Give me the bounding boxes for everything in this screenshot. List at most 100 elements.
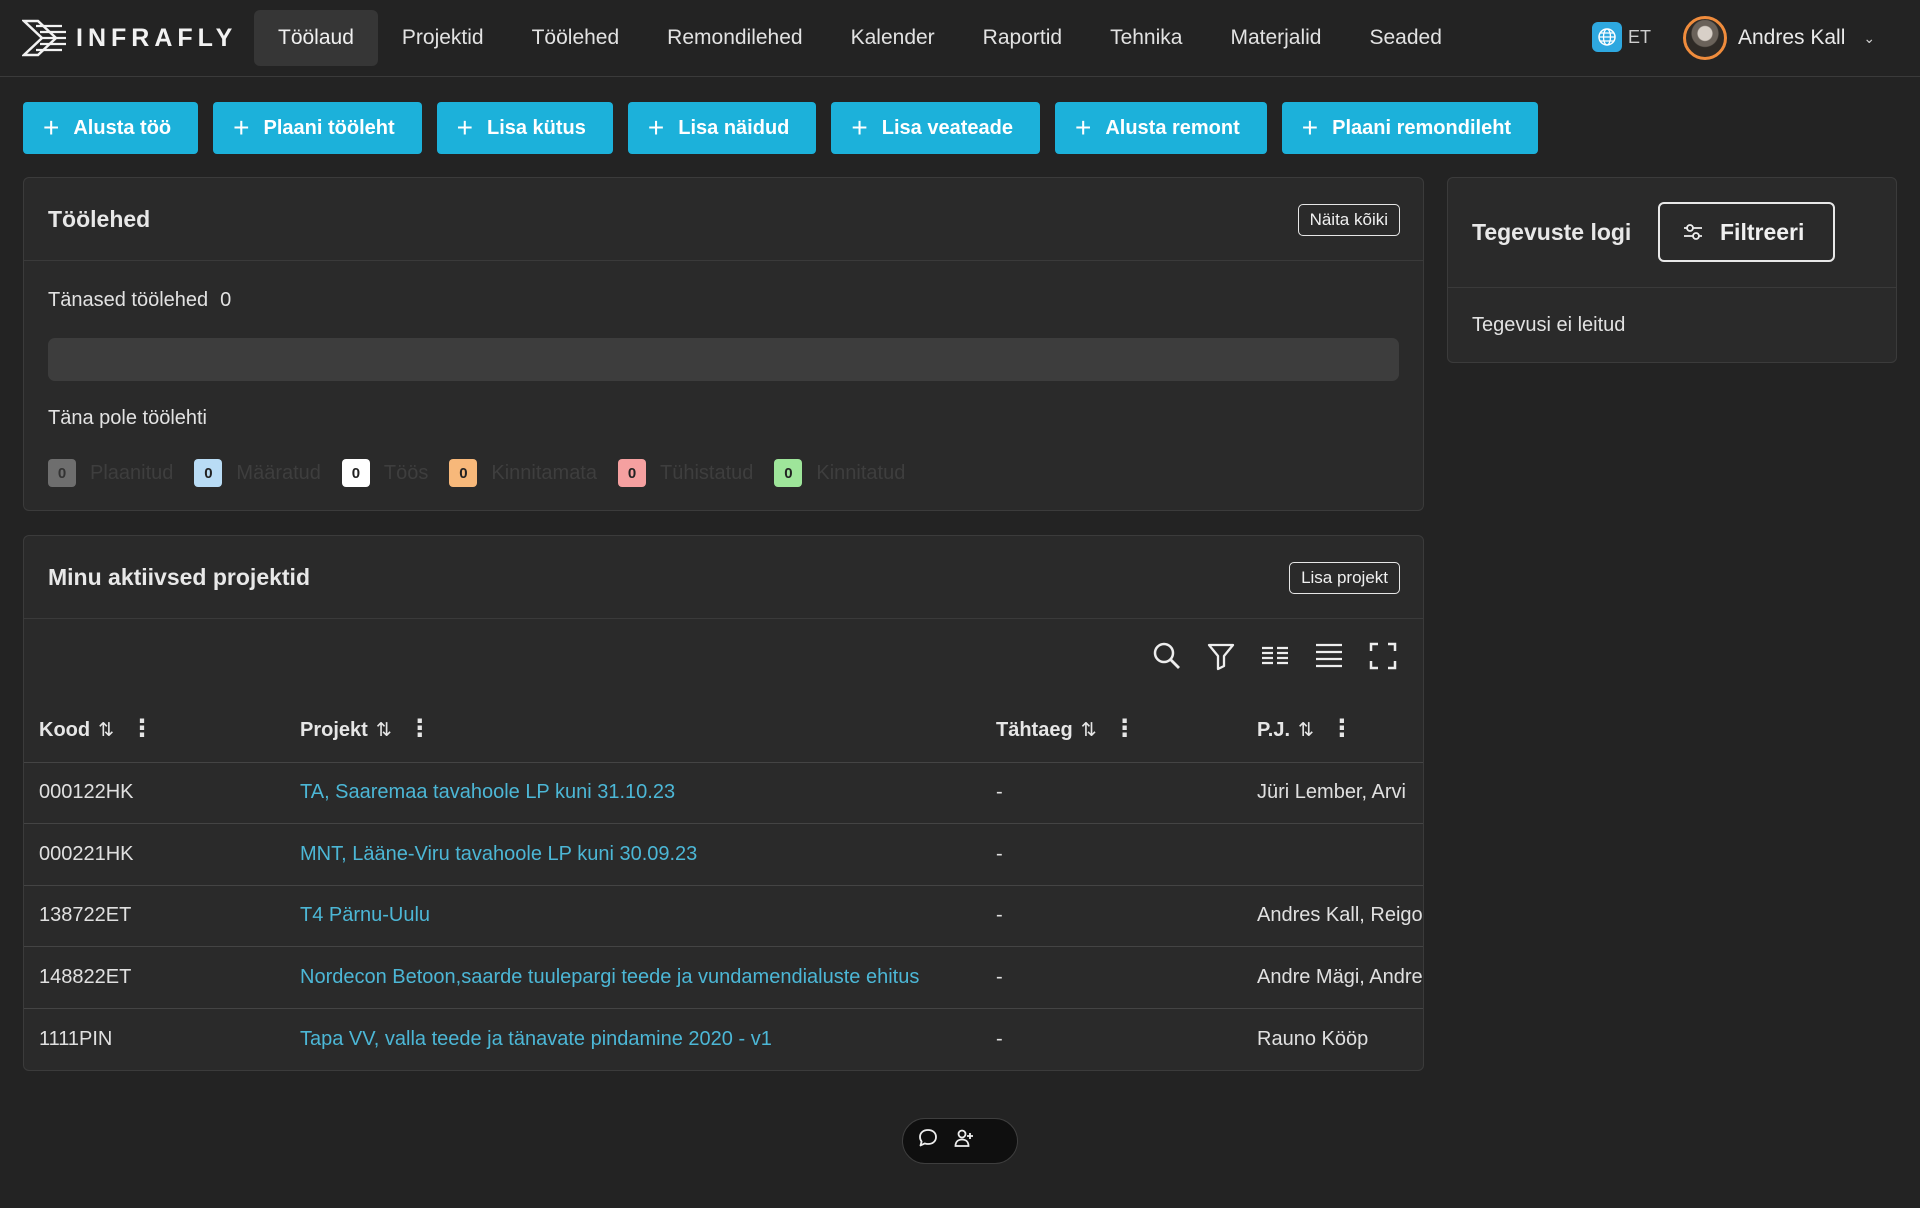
table-row[interactable]: 000122HK TA, Saaremaa tavahoole LP kuni … [24,762,1423,824]
column-menu-icon[interactable]: ⋮ [408,715,432,742]
sort-icon[interactable]: ⇅ [1298,720,1314,741]
language-switcher[interactable]: ET [1592,22,1651,52]
nav-item-tehnika[interactable]: Tehnika [1086,10,1206,66]
active-projects-header: Minu aktiivsed projektid Lisa projekt [24,536,1423,619]
user-menu[interactable]: Andres Kall ⌄ [1683,16,1875,60]
column-header-project[interactable]: Projekt ⇅ ⋮ [285,696,981,763]
today-worksheets-count: 0 [220,289,232,311]
sort-icon[interactable]: ⇅ [1081,720,1097,741]
table-row[interactable]: 138722ET T4 Pärnu-Uulu - Andres Kall, Re… [24,885,1423,947]
active-projects-title: Minu aktiivsed projektid [48,563,310,590]
project-code: 138722ET [24,885,285,947]
filter-button[interactable]: Filtreeri [1658,202,1835,262]
plan-repair-sheet-button[interactable]: + Plaani remondileht [1281,102,1539,154]
active-projects-card: Minu aktiivsed projektid Lisa projekt Ko… [23,535,1424,1071]
plus-icon: + [456,112,473,143]
status-legend: 0 Plaanitud 0 Määratud 0 Töös 0 Kinnitamata … [48,459,926,487]
top-navigation: INFRAFLY Töölaud Projektid Töölehed Remo… [0,0,1920,77]
project-deadline: - [981,823,1242,886]
activity-log-card: Tegevuste logi Filtreeri Tegevusi ei lei… [1447,177,1897,363]
columns-icon[interactable] [1259,640,1291,672]
activity-log-title: Tegevuste logi [1472,219,1632,245]
nav-item-toolehed[interactable]: Töölehed [508,10,644,66]
column-header-code[interactable]: Kood ⇅ ⋮ [24,696,285,763]
status-in-progress[interactable]: 0 Töös [341,459,428,487]
activity-log-header: Tegevuste logi Filtreeri [1448,178,1896,288]
fullscreen-icon[interactable] [1367,640,1399,672]
nav-item-raportid[interactable]: Raportid [959,10,1086,66]
nav-item-seaded[interactable]: Seaded [1346,10,1466,66]
search-icon[interactable] [1151,640,1183,672]
show-all-button[interactable]: Näita kõiki [1297,204,1400,236]
table-row[interactable]: 148822ET Nordecon Betoon,saarde tuulepar… [24,946,1423,1009]
add-fuel-button[interactable]: + Lisa kütus [436,102,613,154]
project-link[interactable]: Tapa VV, valla teede ja tänavate pindami… [285,1008,981,1070]
nav-item-materjalid[interactable]: Materjalid [1206,10,1345,66]
plus-icon: + [1301,112,1319,143]
worksheets-title: Töölehed [48,205,151,232]
chat-icon[interactable] [917,1127,939,1155]
project-link[interactable]: Nordecon Betoon,saarde tuulepargi teede … [285,946,981,1009]
column-header-pm[interactable]: P.J. ⇅ ⋮ [1242,696,1423,763]
column-menu-icon[interactable]: ⋮ [1330,715,1354,742]
status-assigned[interactable]: 0 Määratud [194,459,321,487]
project-deadline: - [981,946,1242,1009]
projects-table: Kood ⇅ ⋮ Projekt ⇅ ⋮ Tähtaeg ⇅ ⋮ P.J. ⇅ ⋮ 000122… [24,696,1423,1070]
nav-item-remondilehed[interactable]: Remondilehed [643,10,826,66]
quick-actions: + Alusta töö + Plaani tööleht + Lisa kütus … [23,102,1539,154]
start-work-button[interactable]: + Alusta töö [23,102,199,154]
no-worksheets-message: Täna pole töölehti [48,407,208,429]
chevron-down-icon: ⌄ [1863,29,1876,46]
status-unconfirmed[interactable]: 0 Kinnitamata [449,459,597,487]
project-link[interactable]: MNT, Lääne-Viru tavahoole LP kuni 30.09.… [285,823,981,886]
plus-icon: + [233,112,250,143]
today-worksheets-label: Tänased töölehed [48,289,209,311]
status-cancelled[interactable]: 0 Tühistatud [618,459,753,487]
column-header-deadline[interactable]: Tähtaeg ⇅ ⋮ [981,696,1242,763]
filter-icon[interactable] [1205,640,1237,672]
status-badge: 0 [449,459,478,487]
project-code: 148822ET [24,946,285,1009]
table-toolbar [1151,640,1399,672]
project-link[interactable]: T4 Pärnu-Uulu [285,885,981,947]
infrafly-logo-icon [22,19,66,57]
nav-item-projektid[interactable]: Projektid [378,10,508,66]
table-row[interactable]: 1111PIN Tapa VV, valla teede ja tänavate… [24,1008,1423,1070]
main-nav: Töölaud Projektid Töölehed Remondilehed … [254,10,1466,66]
user-add-icon[interactable] [953,1127,975,1155]
nav-item-kalender[interactable]: Kalender [827,10,959,66]
sort-icon[interactable]: ⇅ [376,720,392,741]
status-badge: 0 [618,459,646,487]
project-manager: Andre Mägi, Andre [1242,946,1423,1009]
project-manager: Rauno Kööp [1257,1027,1369,1050]
plus-icon: + [1074,112,1092,143]
status-badge: 0 [341,459,370,487]
floating-widget [902,1118,1018,1164]
brand-logo[interactable]: INFRAFLY [22,18,237,58]
start-repair-button[interactable]: + Alusta remont [1054,102,1267,154]
worksheets-card: Töölehed Näita kõiki Tänased töölehed 0 T… [23,177,1424,511]
column-menu-icon[interactable]: ⋮ [130,715,154,742]
plus-icon: + [43,112,60,143]
project-deadline: - [981,885,1242,947]
density-icon[interactable] [1313,640,1345,672]
today-worksheets: Tänased töölehed 0 [48,289,231,312]
column-menu-icon[interactable]: ⋮ [1113,715,1137,742]
add-readings-button[interactable]: + Lisa näidud [627,102,817,154]
plus-icon: + [851,112,868,143]
project-code: 000122HK [24,762,285,824]
project-manager [1242,823,1423,886]
status-badge: 0 [774,459,803,487]
project-link[interactable]: TA, Saaremaa tavahoole LP kuni 31.10.23 [285,762,981,824]
project-deadline: - [996,1027,1003,1050]
nav-item-toolaud[interactable]: Töölaud [254,10,378,66]
plan-worksheet-button[interactable]: + Plaani tööleht [213,102,422,154]
table-row[interactable]: 000221HK MNT, Lääne-Viru tavahoole LP ku… [24,823,1423,886]
add-project-button[interactable]: Lisa projekt [1289,562,1400,594]
status-planned[interactable]: 0 Plaanitud [48,459,173,487]
sort-icon[interactable]: ⇅ [98,720,114,741]
status-confirmed[interactable]: 0 Kinnitatud [774,459,905,487]
add-fault-report-button[interactable]: + Lisa veateade [831,102,1040,154]
sliders-icon [1684,224,1702,240]
table-header-row: Kood ⇅ ⋮ Projekt ⇅ ⋮ Tähtaeg ⇅ ⋮ P.J. ⇅ ⋮ [24,696,1423,763]
